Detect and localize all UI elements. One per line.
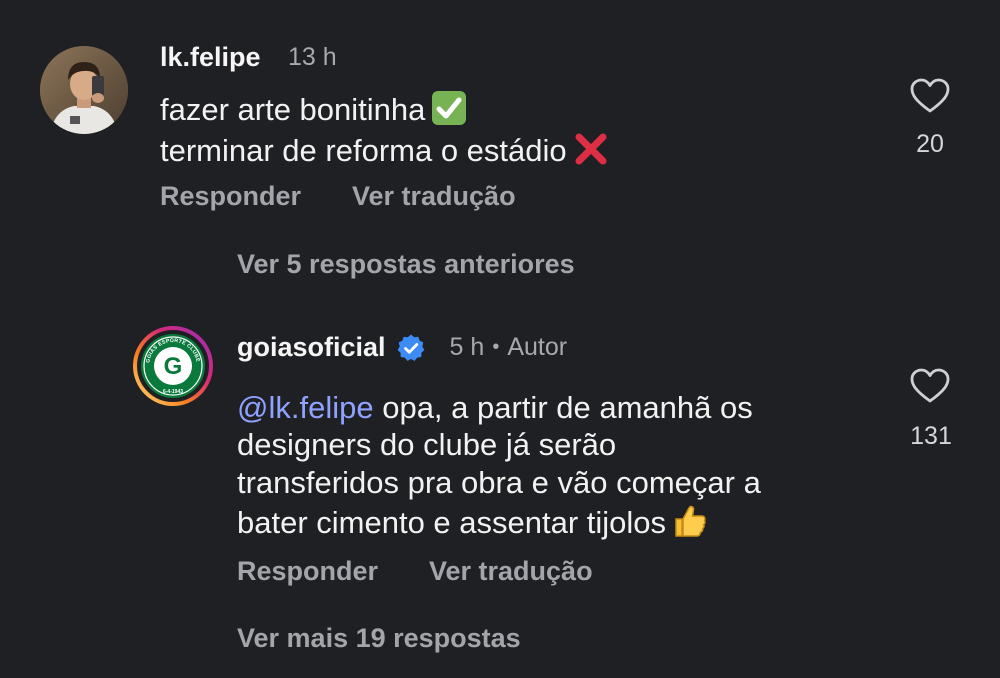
view-previous-replies-link[interactable]: Ver 5 respostas anteriores: [237, 249, 575, 280]
svg-text:G: G: [164, 353, 183, 380]
like-button[interactable]: [910, 78, 950, 119]
comment-timestamp: 13 h: [288, 43, 337, 71]
comment-timestamp: 5 h: [449, 333, 485, 361]
mention-link[interactable]: @lk.felipe: [237, 390, 374, 425]
comment-text: opa, a partir de amanhã os: [373, 390, 753, 425]
comment-header: goiasoficial 5 h • Autor: [237, 332, 567, 363]
author-badge: Autor: [507, 333, 568, 361]
comment-text: bater cimento e assentar tijolos: [237, 505, 667, 540]
cross-mark-emoji: [573, 131, 609, 175]
translate-button[interactable]: Ver tradução: [352, 181, 516, 212]
like-count: 20: [916, 130, 944, 158]
goias-logo-avatar: G GOIÁS ESPORTE CLUBE 6-4-1943: [133, 326, 213, 406]
comment-text-line: transferidos pra obra e vão começar a: [237, 465, 761, 500]
comment-text-line: terminar de reforma o estádio: [160, 131, 609, 175]
reply-button[interactable]: Responder: [237, 556, 378, 587]
heart-icon: [910, 368, 950, 403]
like-button[interactable]: [910, 368, 950, 409]
avatar-photo: [40, 46, 128, 134]
view-more-replies-link[interactable]: Ver mais 19 respostas: [237, 623, 521, 654]
avatar[interactable]: G GOIÁS ESPORTE CLUBE 6-4-1943: [133, 326, 213, 406]
heart-icon: [910, 78, 950, 113]
comment-text-line: bater cimento e assentar tijolos: [237, 503, 708, 547]
thumbs-up-emoji: [672, 503, 708, 547]
comment-username[interactable]: lk.felipe: [160, 42, 261, 73]
translate-button[interactable]: Ver tradução: [429, 556, 593, 587]
like-count: 131: [910, 422, 952, 450]
comment-text-line: designers do clube já serão: [237, 427, 617, 462]
comment-text-line: @lk.felipe opa, a partir de amanhã os: [237, 390, 753, 426]
comment-text: terminar de reforma o estádio: [160, 133, 567, 168]
verified-badge-icon: [396, 333, 426, 363]
comment-text: fazer arte bonitinha: [160, 92, 426, 127]
separator-dot: •: [492, 336, 500, 358]
svg-text:6-4-1943: 6-4-1943: [163, 389, 183, 395]
check-mark-emoji: [431, 90, 467, 134]
comment-text-line: fazer arte bonitinha: [160, 90, 467, 134]
reply-button[interactable]: Responder: [160, 181, 301, 212]
comment-username[interactable]: goiasoficial: [237, 332, 386, 363]
avatar[interactable]: [40, 46, 128, 134]
